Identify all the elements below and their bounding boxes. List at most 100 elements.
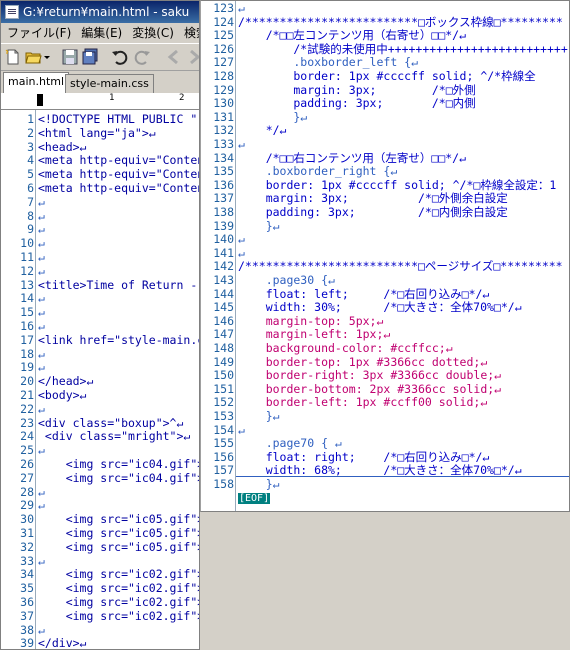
code-line[interactable]: ↵ <box>38 623 45 638</box>
save-all-icon[interactable] <box>81 48 99 66</box>
line-number: 28 <box>20 484 34 499</box>
code-line[interactable]: <body>↵ <box>38 388 86 403</box>
line-number: 33 <box>20 553 34 568</box>
code-line[interactable]: ↵ <box>38 264 45 279</box>
code-line[interactable]: <title>Time of Return - <box>38 278 197 293</box>
code-editor-left[interactable]: 1 <!DOCTYPE HTML PUBLIC "- 2 <html lang="ja… <box>1 110 199 649</box>
code-line[interactable]: ↵ <box>38 319 45 334</box>
code-line[interactable]: ↵ <box>38 195 45 210</box>
menu-convert[interactable]: 変換(C) <box>126 26 178 40</box>
line-number: 11 <box>20 250 34 264</box>
cursor-line-marker <box>236 476 569 478</box>
new-file-icon[interactable] <box>4 48 22 66</box>
line-number: 15 <box>20 305 34 320</box>
code-line[interactable]: <div class="boxup">^↵ <box>38 416 183 431</box>
code-line[interactable]: <head>↵ <box>38 140 86 155</box>
eof-marker: [EOF] <box>238 492 271 504</box>
line-number: 36 <box>20 595 34 609</box>
ruler-cursor-marker <box>37 94 43 106</box>
line-number: 10 <box>20 236 34 251</box>
line-number: 141 <box>213 245 234 260</box>
line-number: 1 <box>27 112 34 126</box>
line-number: 145 <box>213 300 234 315</box>
code-line[interactable]: ↵ <box>38 498 45 513</box>
forward-icon[interactable] <box>185 48 199 66</box>
line-number: 25 <box>20 443 34 458</box>
redo-icon[interactable] <box>133 48 151 66</box>
line-number: 30 <box>20 512 34 527</box>
save-icon[interactable] <box>61 48 79 66</box>
code-line[interactable]: </div>↵ <box>38 636 86 649</box>
code-editor-right[interactable]: 123 ↵ 124/*************************□ボックス枠線… <box>201 1 569 511</box>
line-number: 134 <box>213 150 234 165</box>
code-line[interactable]: */↵ <box>238 123 287 138</box>
code-line[interactable]: <img src="ic04.gif"> <box>38 457 199 472</box>
code-line[interactable]: <img src="ic05.gif">↵ <box>38 526 199 541</box>
undo-icon[interactable] <box>111 48 129 66</box>
line-number: 136 <box>213 177 234 192</box>
window-title: G:¥return¥main.html - saku <box>23 5 190 19</box>
line-number: 8 <box>27 208 34 223</box>
code-line[interactable]: ↵ <box>38 250 45 265</box>
code-line[interactable]: ↵ <box>38 347 45 362</box>
code-line[interactable]: </head>↵ <box>38 374 93 389</box>
tab-strip: main.html style-main.css <box>1 71 199 93</box>
back-icon[interactable] <box>165 48 183 66</box>
app-icon[interactable] <box>5 5 19 19</box>
line-number: 21 <box>20 388 34 402</box>
line-number: 22 <box>20 401 34 416</box>
code-line[interactable]: <meta http-equiv="Conten <box>38 153 199 168</box>
menu-edit[interactable]: 編集(E) <box>75 26 126 40</box>
line-number: 31 <box>20 526 34 540</box>
code-line[interactable]: ↵ <box>38 554 45 569</box>
line-number: 132 <box>213 123 234 138</box>
title-bar[interactable]: G:¥return¥main.html - saku <box>1 1 199 23</box>
line-number: 27 <box>20 470 34 485</box>
tab-main-html[interactable]: main.html <box>3 72 70 93</box>
code-line[interactable]: ↵ <box>38 402 45 417</box>
menu-search[interactable]: 検索 <box>178 26 199 40</box>
line-number: 143 <box>213 273 234 287</box>
line-number: 123 <box>213 1 234 15</box>
line-number: 152 <box>213 395 234 410</box>
code-line[interactable]: ↵ <box>38 305 45 320</box>
line-number: 142 <box>213 259 234 274</box>
menu-bar: ファイル(F)編集(E)変換(C)検索 <box>1 23 199 43</box>
code-line[interactable]: ↵ <box>38 291 45 306</box>
code-line[interactable]: <meta http-equiv="Conten <box>38 181 199 196</box>
code-line[interactable]: ↵ <box>38 360 45 375</box>
menu-file[interactable]: ファイル(F) <box>1 26 75 40</box>
code-line[interactable]: }↵ <box>238 477 280 492</box>
line-number: 157 <box>213 463 234 478</box>
code-line[interactable]: <img src="ic02.gif">メール<img src="ic01.gi… <box>38 609 199 624</box>
code-line[interactable]: ↵ <box>38 222 45 237</box>
code-line[interactable]: <div class="mright">↵ <box>38 429 190 444</box>
line-number: 18 <box>20 346 34 361</box>
code-line[interactable]: ↵ <box>38 443 45 458</box>
line-number: 32 <box>20 539 34 554</box>
line-number: 13 <box>20 277 34 292</box>
tab-style-main-css[interactable]: style-main.css <box>65 74 154 93</box>
code-line[interactable]: <img src="ic05.gif">↵ <box>38 540 199 555</box>
code-line[interactable]: <meta http-equiv="Conten <box>38 167 199 182</box>
line-number: 5 <box>27 167 34 182</box>
line-number: 3 <box>27 139 34 154</box>
line-number: 26 <box>20 457 34 471</box>
code-line[interactable]: ↵ <box>38 209 45 224</box>
open-folder-icon[interactable] <box>25 48 43 66</box>
code-line[interactable]: <img src="ic02.gif"><a href="about.html#… <box>38 567 199 582</box>
code-line[interactable]: ↵ <box>38 236 45 251</box>
line-number: 29 <box>20 498 34 513</box>
code-line[interactable]: <link href="style-main.c <box>38 333 199 348</box>
line-number: 38 <box>20 622 34 637</box>
code-line[interactable]: <img src="ic04.gif"> <box>38 471 199 486</box>
dropdown-arrow-icon[interactable] <box>43 48 51 66</box>
code-line[interactable]: <html lang="ja">↵ <box>38 126 156 141</box>
code-line[interactable]: ↵ <box>38 485 45 500</box>
code-line[interactable]: <img src="ic05.gif">↵ <box>38 512 199 527</box>
line-number: 16 <box>20 319 34 333</box>
code-line[interactable]: <!DOCTYPE HTML PUBLIC "- <box>38 112 199 127</box>
code-line[interactable]: <img src="ic02.gif"><a href="about.html"… <box>38 581 199 596</box>
ruler-mark-2: 2 <box>179 93 185 103</box>
code-line[interactable]: <img src="ic02.gif"><a href="about.html#… <box>38 595 199 610</box>
